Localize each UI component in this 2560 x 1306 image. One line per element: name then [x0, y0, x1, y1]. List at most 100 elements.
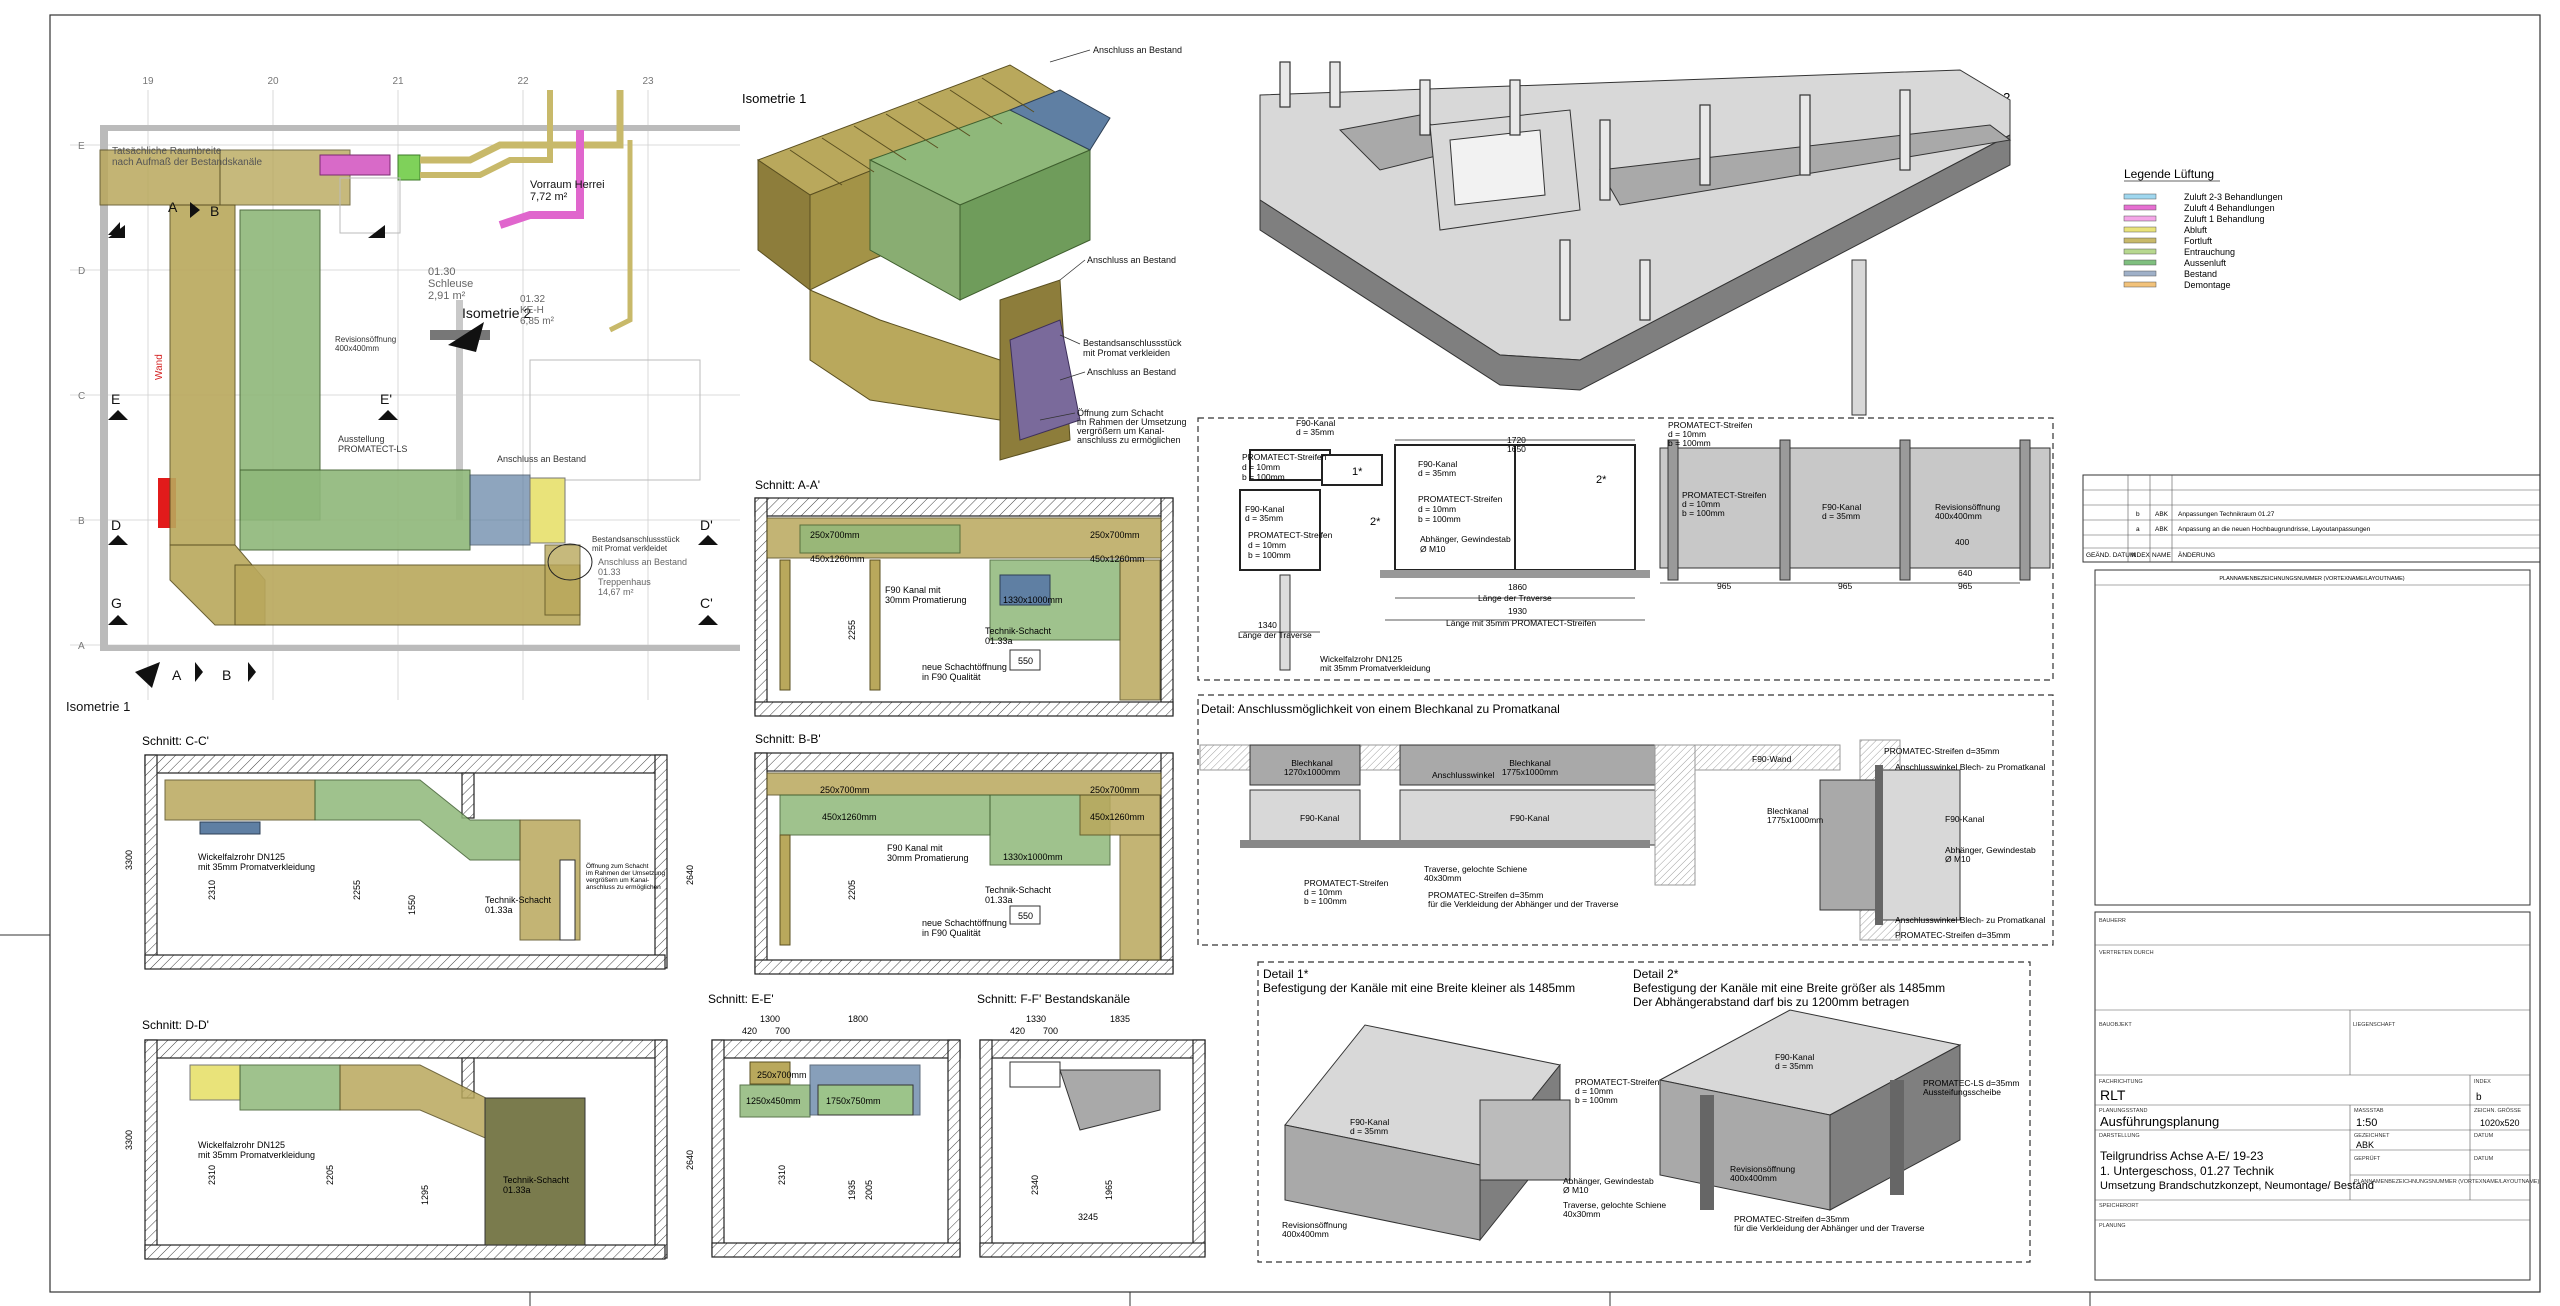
section-label: 250x700mm [810, 530, 860, 540]
rev-header: NAME [2152, 552, 2171, 559]
tb-label: FACHRICHTUNG [2099, 1079, 2143, 1085]
grid-number: 20 [267, 76, 279, 87]
grid-number: 22 [517, 76, 529, 87]
legend-item-label: Aussenluft [2184, 258, 2227, 268]
rev-text: Anpassung an die neuen Hochbaugrundrisse… [2178, 526, 2371, 533]
section-label: 420 [742, 1026, 757, 1036]
rev-index: a [2136, 526, 2140, 533]
detail-label: 640 [1958, 568, 1972, 578]
tb-label: BAUHERR [2099, 918, 2126, 924]
detail-connection: Detail: Anschlussmöglichkeit von einem B… [1197, 694, 2054, 946]
legend-item-label: Bestand [2184, 269, 2217, 279]
section-label: Technik-Schacht 01.33a [985, 885, 1052, 905]
section-label: 2255 [847, 620, 857, 640]
plan-anschluss: Anschluss an Bestand [497, 454, 586, 464]
section-label: 3300 [124, 850, 134, 870]
tb-label: LIEGENSCHAFT [2353, 1022, 2396, 1028]
section-label: 1835 [1110, 1014, 1130, 1024]
grid-letter: D [78, 266, 85, 277]
legend-swatch [2123, 281, 2157, 288]
legend-swatch [2123, 193, 2157, 200]
marker-d: D [111, 517, 121, 533]
plan-schleuse: 01.30 Schleuse 2,91 m² [428, 266, 473, 302]
detail-label: 1340 [1258, 620, 1277, 630]
section-e-e: Schnitt: E-E' 250x700mm 1250x450mm 1750x… [708, 992, 961, 1258]
legend-item-label: Zuluft 1 Behandlung [2184, 214, 2265, 224]
section-label: 250x700mm [820, 785, 870, 795]
section-title: Schnitt: B-B' [755, 732, 821, 746]
detail-label: F90-Kanal d = 35mm [1418, 459, 1457, 478]
detail-label: Traverse, gelochte Schiene 40x30mm [1424, 864, 1527, 883]
tb-label: ZEICHN. GRÖSSE [2474, 1107, 2521, 1114]
legend: Legende Lüftung Zuluft 2-3 BehandlungenZ… [2123, 167, 2283, 290]
tb-index: b [2476, 1092, 2482, 1103]
tb-label: BAUOBJEKT [2099, 1022, 2132, 1028]
section-label: F90 Kanal mit 30mm Promatierung [885, 585, 967, 605]
section-label: 420 [1010, 1026, 1025, 1036]
marker-g: G [111, 595, 122, 611]
isometry-1: Isometrie 1 Anschluss an Bestand Anschlu… [742, 45, 1187, 461]
legend-swatch [2123, 248, 2157, 255]
legend-item-label: Abluft [2184, 225, 2208, 235]
detail-label: 2* [1596, 474, 1607, 486]
detail-label: Revisionsöffnung 400x400mm [1282, 1220, 1347, 1239]
detail-label: Anschlusswinkel Blech- zu Promatkanal [1895, 915, 2045, 925]
tb-zeichn: 1020x520 [2480, 1118, 2520, 1128]
detail-label: F90-Kanal d = 35mm [1350, 1117, 1389, 1136]
section-label: 1300 [760, 1014, 780, 1024]
detail-label: F90-Kanal [1510, 813, 1549, 823]
detail-label: Abhänger, Gewindestab Ø M10 [1563, 1176, 1654, 1195]
section-label: Wickelfalzrohr DN125 mit 35mm Promatverkl… [198, 1140, 315, 1160]
section-title: Schnitt: A-A' [755, 478, 820, 492]
legend-title: Legende Lüftung [2124, 167, 2214, 181]
detail-label: 1650 [1507, 444, 1526, 454]
section-label: 1295 [420, 1185, 430, 1205]
legend-swatch [2123, 215, 2157, 222]
section-label: 2310 [207, 1165, 217, 1185]
grid-letter: A [78, 641, 85, 652]
detail-label: 965 [1838, 581, 1852, 591]
iso1-label: Anschluss an Bestand [1087, 367, 1176, 377]
section-label: 1330x1000mm [1003, 595, 1063, 605]
plan-wand: Wand [154, 354, 165, 380]
detail-1-title: Detail 1* Befestigung der Kanäle mit eine… [1263, 967, 1575, 995]
section-label: 1330x1000mm [1003, 852, 1063, 862]
rev-header: ÄNDERUNG [2178, 551, 2215, 559]
detail-label: Blechkanal 1270x1000mm [1284, 758, 1340, 777]
section-label: 2205 [325, 1165, 335, 1185]
detail-label: PROMATEC-LS d=35mm Aussteifungsscheibe [1923, 1078, 2019, 1097]
section-title: Schnitt: E-E' [708, 992, 774, 1006]
plan-treppenhaus: Anschluss an Bestand 01.33 Treppenhaus 14,6… [598, 557, 687, 597]
detail-label: F90-Kanal [1300, 813, 1339, 823]
detail-label: Anschlusswinkel [1432, 770, 1494, 780]
plan-iso1-label: Isometrie 1 [66, 699, 130, 714]
detail-label: Abhänger, Gewindestab Ø M10 [1945, 845, 2036, 864]
rev-header: INDEX [2130, 552, 2151, 559]
detail-label: 400 [1955, 537, 1969, 547]
section-label: Öffnung zum Schacht im Rahmen der Umsetzu… [586, 862, 665, 891]
section-label: 450x1260mm [810, 554, 865, 564]
detail-label: F90-Kanal [1945, 814, 1984, 824]
isometry-2: Isometrie 2 [1259, 61, 2012, 416]
section-label: 1550 [407, 895, 417, 915]
tb-gezeichnet: ABK [2356, 1140, 2374, 1150]
tb-fachrichtung: RLT [2100, 1087, 2126, 1103]
section-label: 450x1260mm [1090, 554, 1145, 564]
marker-e-prime: E' [380, 391, 392, 407]
section-a-a: Schnitt: A-A' 250x700mm 250x700mm 450x12… [754, 478, 1174, 717]
detail-label: F90-Kanal d = 35mm [1775, 1052, 1814, 1071]
detail-label: F90-Kanal d = 35mm [1822, 502, 1861, 521]
detail-label: PROMATEC-Streifen d=35mm für die Verkleid… [1428, 890, 1619, 909]
section-title: Schnitt: C-C' [142, 734, 209, 748]
iso1-label: Öffnung zum Schacht im Rahmen der Umsetzu… [1077, 408, 1187, 445]
legend-item-label: Zuluft 4 Behandlungen [2184, 203, 2275, 213]
section-label: 250x700mm [1090, 785, 1140, 795]
detail-label: PROMATECT-Streifen d = 10mm b = 100mm [1668, 420, 1753, 448]
section-label: 250x700mm [757, 1070, 807, 1080]
detail-label: Blechkanal 1775x1000mm [1767, 806, 1823, 825]
iso1-title: Isometrie 1 [742, 91, 806, 106]
section-label: 250x700mm [1090, 530, 1140, 540]
marker-d-prime: D' [700, 517, 713, 533]
rev-text: Anpassungen Technikraum 01.27 [2178, 511, 2275, 518]
tb-label: PLANNAMENBEZEICHNUNGSNUMMER (VORTEXNAME/… [2354, 1179, 2539, 1185]
